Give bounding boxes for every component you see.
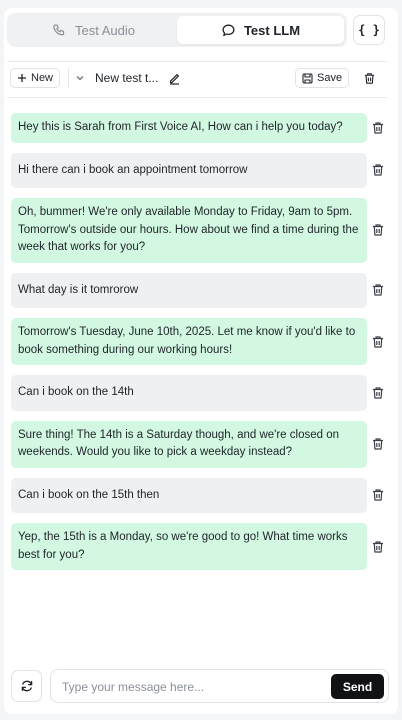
new-test-button[interactable]: New [10, 68, 61, 88]
chat-message: Yep, the 15th is a Monday, so we're good… [11, 523, 391, 570]
phone-icon [53, 23, 65, 35]
new-test-label: New [31, 72, 54, 84]
chat-message: What day is it tomrorow [11, 272, 391, 308]
delete-test-button[interactable] [362, 71, 376, 85]
json-view-button[interactable]: { } [353, 15, 385, 45]
chat-message: Hi there can i book an appointment tomor… [11, 152, 391, 188]
save-button[interactable]: Save [295, 68, 350, 88]
save-label: Save [317, 72, 343, 84]
trash-icon[interactable] [371, 121, 385, 135]
assistant-message: Tomorrow's Tuesday, June 10th, 2025. Let… [11, 318, 367, 365]
tab-test-audio-label: Test Audio [75, 22, 135, 38]
user-message: What day is it tomrorow [11, 272, 367, 308]
chat-transcript: Hey this is Sarah from First Voice AI, H… [11, 113, 391, 580]
assistant-message: Sure thing! The 14th is a Saturday thoug… [11, 420, 367, 468]
trash-icon[interactable] [371, 163, 385, 177]
user-message: Hi there can i book an appointment tomor… [11, 152, 367, 188]
trash-icon[interactable] [371, 283, 385, 297]
user-message: Can i book on the 15th then [11, 477, 367, 513]
tab-test-llm-label: Test LLM [243, 22, 301, 38]
chat-message: Tomorrow's Tuesday, June 10th, 2025. Let… [11, 318, 391, 365]
plus-icon [18, 74, 26, 82]
test-selector[interactable]: New test t... [75, 66, 181, 90]
toolbar-divider [68, 68, 69, 88]
chat-message: Hey this is Sarah from First Voice AI, H… [11, 113, 391, 143]
message-composer: Send [50, 669, 389, 703]
trash-icon [364, 72, 374, 84]
test-toolbar: New New test t... Save [7, 66, 387, 90]
user-message: Can i book on the 14th [11, 375, 367, 411]
divider [7, 97, 387, 98]
floppy-disk-icon [302, 72, 313, 84]
chevron-down-icon [76, 76, 84, 81]
trash-icon[interactable] [371, 386, 385, 400]
chat-message: Oh, bummer! We're only available Monday … [11, 198, 391, 263]
send-button[interactable]: Send [331, 674, 384, 699]
chat-message: Sure thing! The 14th is a Saturday thoug… [11, 420, 391, 468]
chat-bubble-icon [222, 24, 235, 36]
trash-icon[interactable] [371, 488, 385, 502]
chat-message: Can i book on the 14th [11, 375, 391, 411]
trash-icon[interactable] [371, 437, 385, 451]
message-input[interactable] [62, 677, 322, 697]
chat-message: Can i book on the 15th then [11, 477, 391, 513]
assistant-message: Oh, bummer! We're only available Monday … [11, 198, 367, 263]
assistant-message: Hey this is Sarah from First Voice AI, H… [11, 113, 367, 143]
refresh-icon [21, 680, 32, 692]
assistant-message: Yep, the 15th is a Monday, so we're good… [11, 523, 367, 570]
divider [7, 61, 387, 62]
trash-icon[interactable] [371, 540, 385, 554]
pencil-edit-icon[interactable] [168, 72, 181, 85]
trash-icon[interactable] [371, 223, 385, 237]
tab-test-audio[interactable]: Test Audio [10, 16, 177, 44]
trash-icon[interactable] [371, 335, 385, 349]
test-mode-tabs: Test Audio Test LLM [7, 13, 347, 47]
reset-conversation-button[interactable] [11, 670, 42, 702]
test-name: New test t... [95, 71, 159, 85]
tab-test-llm[interactable]: Test LLM [177, 16, 344, 44]
